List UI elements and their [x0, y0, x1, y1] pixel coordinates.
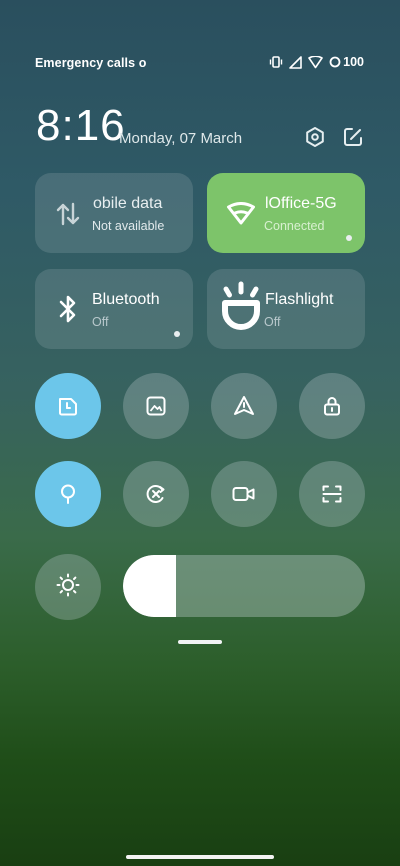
- settings-icon[interactable]: [304, 126, 326, 148]
- wifi-more-dot: [346, 235, 352, 241]
- status-icons: 100: [269, 55, 364, 69]
- mobile-data-tile[interactable]: obile data Not available: [35, 173, 193, 253]
- date-label: Monday, 07 March: [119, 130, 243, 147]
- brightness-sun-icon: [55, 572, 81, 603]
- auto-rotate-icon: [56, 394, 80, 418]
- airplane-mode-icon: [144, 482, 168, 506]
- location-icon: [232, 394, 256, 418]
- flashlight-title: Flashlight: [265, 291, 334, 308]
- vibrate-icon: [269, 55, 283, 69]
- screenshot-icon: [144, 394, 168, 418]
- screenshot-toggle[interactable]: [123, 373, 189, 439]
- lock-icon: [320, 394, 344, 418]
- bluetooth-more-dot: [174, 331, 180, 337]
- bluetooth-title: Bluetooth: [92, 291, 160, 308]
- brightness-slider-fill: [123, 555, 177, 617]
- home-indicator[interactable]: [126, 855, 274, 859]
- mobile-data-title: obile data: [93, 195, 163, 212]
- screen-record-icon: [231, 482, 257, 506]
- battery-level: 100: [343, 55, 364, 69]
- flashlight-subtitle: Off: [264, 315, 281, 329]
- bulb-icon: [56, 482, 80, 506]
- wifi-tile[interactable]: lOffice-5G Connected: [207, 173, 365, 253]
- battery-icon: [329, 56, 341, 68]
- screen-record-toggle[interactable]: [211, 461, 277, 527]
- mobile-data-icon: [53, 199, 83, 229]
- flashlight-icon: [217, 281, 265, 337]
- bluetooth-subtitle: Off: [92, 315, 109, 329]
- scanner-toggle[interactable]: [299, 461, 365, 527]
- cellular-signal-icon: [289, 55, 302, 69]
- panel-drag-handle[interactable]: [178, 640, 222, 644]
- bluetooth-tile[interactable]: Bluetooth Off: [35, 269, 193, 349]
- location-toggle[interactable]: [211, 373, 277, 439]
- mobile-data-subtitle: Not available: [92, 219, 165, 233]
- wifi-subtitle: Connected: [264, 219, 325, 233]
- edit-icon[interactable]: [342, 126, 364, 148]
- brightness-slider[interactable]: [123, 555, 365, 617]
- wifi-title: lOffice-5G: [265, 195, 337, 212]
- wifi-status-icon: [308, 55, 323, 69]
- bulb-toggle[interactable]: [35, 461, 101, 527]
- lock-toggle[interactable]: [299, 373, 365, 439]
- scanner-icon: [320, 482, 344, 506]
- clock-time: 8:16: [36, 101, 126, 150]
- auto-rotate-toggle[interactable]: [35, 373, 101, 439]
- airplane-mode-toggle[interactable]: [123, 461, 189, 527]
- auto-brightness-button[interactable]: [35, 554, 101, 620]
- bluetooth-icon: [55, 293, 81, 325]
- wifi-icon: [225, 201, 257, 227]
- emergency-calls-status: Emergency calls o: [35, 56, 147, 70]
- flashlight-tile[interactable]: Flashlight Off: [207, 269, 365, 349]
